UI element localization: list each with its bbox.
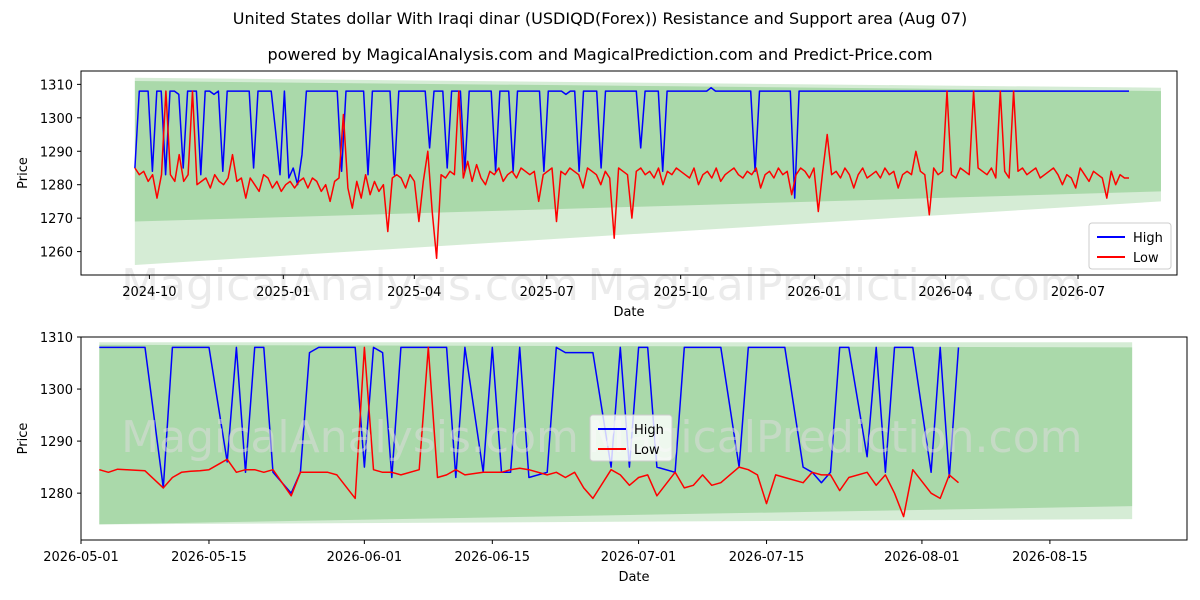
y-tick-label: 1280 — [40, 487, 73, 502]
legend-label-low: Low — [1133, 251, 1159, 266]
y-tick-label: 1260 — [40, 246, 73, 261]
y-tick-label: 1300 — [40, 383, 73, 398]
x-tick-label: 2026-04 — [918, 285, 972, 300]
legend-box — [589, 414, 673, 462]
x-tick-label: 2025-04 — [387, 285, 441, 300]
chart-canvas: MagicalAnalysis.com MagicalPrediction.com… — [16, 70, 1188, 585]
x-tick-label: 2026-05-15 — [171, 550, 247, 565]
x-tick-label: 2026-01 — [787, 285, 841, 300]
x-tick-label: 2026-07-01 — [601, 550, 677, 565]
x-tick-label: 2025-01 — [256, 285, 310, 300]
x-axis-label: Date — [613, 305, 644, 320]
y-axis-label: Price — [16, 423, 31, 455]
legend-label-high: High — [1133, 231, 1163, 246]
x-tick-label: 2026-07 — [1051, 285, 1105, 300]
x-tick-label: 2024-10 — [122, 285, 176, 300]
chart-panel-1: MagicalAnalysis.com MagicalPrediction.com… — [16, 70, 1178, 320]
watermark-text: MagicalAnalysis.com — [121, 260, 579, 311]
watermark-text: MagicalAnalysis.com — [121, 412, 579, 463]
x-tick-label: 2025-10 — [654, 285, 708, 300]
y-tick-label: 1280 — [40, 179, 73, 194]
x-tick-label: 2026-08-01 — [884, 550, 960, 565]
legend-box — [1088, 222, 1172, 270]
x-tick-label: 2026-06-15 — [455, 550, 531, 565]
x-tick-label: 2026-05-01 — [43, 550, 119, 565]
x-axis-label: Date — [618, 570, 649, 585]
legend-label-low: Low — [634, 443, 660, 458]
y-tick-label: 1300 — [40, 112, 73, 127]
chart-panel-2: MagicalAnalysis.com MagicalPrediction.com… — [16, 331, 1188, 585]
legend-label-high: High — [634, 423, 664, 438]
x-tick-label: 2026-08-15 — [1012, 550, 1088, 565]
y-tick-label: 1310 — [40, 331, 73, 346]
x-tick-label: 2026-07-15 — [729, 550, 805, 565]
x-tick-label: 2025-07 — [520, 285, 574, 300]
y-tick-label: 1310 — [40, 78, 73, 93]
y-tick-label: 1290 — [40, 145, 73, 160]
y-tick-label: 1270 — [40, 212, 73, 227]
y-axis-label: Price — [16, 157, 31, 189]
legend: High Low — [589, 414, 673, 462]
x-tick-label: 2026-06-01 — [327, 550, 403, 565]
legend: High Low — [1088, 222, 1172, 270]
y-tick-label: 1290 — [40, 435, 73, 450]
